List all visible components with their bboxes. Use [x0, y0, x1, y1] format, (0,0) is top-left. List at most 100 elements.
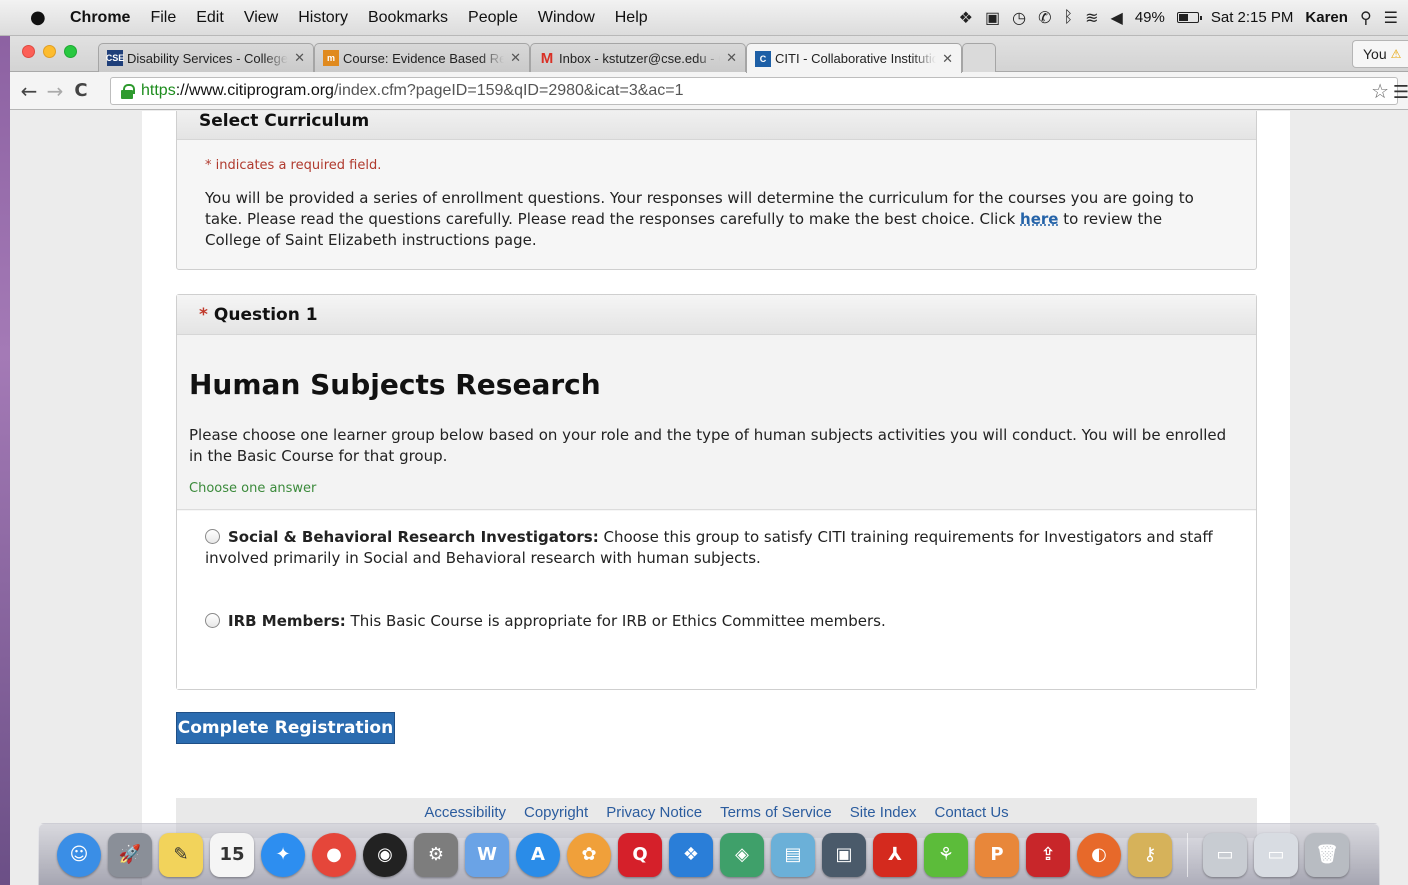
footer-link-terms[interactable]: Terms of Service	[720, 804, 832, 821]
menu-view[interactable]: View	[244, 9, 278, 27]
forward-button[interactable]: →	[42, 79, 68, 103]
url-scheme: https	[141, 82, 176, 99]
bluetooth-icon[interactable]: ᛒ	[1064, 9, 1074, 27]
powerpoint-icon[interactable]: P	[975, 832, 1019, 877]
question-panel: * Question 1 Human Subjects Research Ple…	[176, 294, 1257, 690]
phone-icon[interactable]: ✆	[1038, 8, 1051, 28]
firefox-icon[interactable]: ◐	[1077, 832, 1121, 877]
dashboard-icon[interactable]: ◉	[363, 832, 407, 877]
quicken-icon[interactable]: Q	[618, 832, 662, 877]
instructions-link[interactable]: here	[1020, 210, 1058, 228]
menu-bar: ● Chrome File Edit View History Bookmark…	[0, 0, 1408, 36]
profile-button[interactable]: You ⚠	[1352, 40, 1408, 68]
tab-close-icon[interactable]: ✕	[294, 50, 305, 66]
footer-link-site-index[interactable]: Site Index	[850, 804, 917, 821]
menu-window[interactable]: Window	[538, 9, 595, 27]
minimize-window-button[interactable]	[43, 45, 56, 58]
dock: ☺ 🚀 ✎ 15 ✦ ● ◉ ⚙ W A ✿ Q ❖ ◈ ▤ ▣ ⅄ ⚘ P ⇪ ◐ ⚷ ▭ ▭ 🗑	[38, 823, 1380, 885]
tab-close-icon[interactable]: ✕	[726, 50, 737, 66]
menu-help[interactable]: Help	[615, 9, 648, 27]
clock[interactable]: Sat 2:15 PM	[1211, 9, 1294, 26]
bookmark-star-icon[interactable]: ☆	[1371, 79, 1389, 104]
tab-inbox[interactable]: M Inbox - kstutzer@cse.edu - College ✕	[530, 43, 746, 72]
maximize-window-button[interactable]	[64, 45, 77, 58]
answer-irb-members[interactable]: IRB Members: This Basic Course is approp…	[205, 611, 1215, 632]
battery-icon[interactable]	[1176, 12, 1202, 23]
system-preferences-icon[interactable]: ⚙	[414, 832, 458, 877]
footer-link-privacy[interactable]: Privacy Notice	[606, 804, 702, 821]
gmail-favicon-icon: M	[540, 49, 554, 67]
browser-window: CSE Disability Services - College of Sai…	[10, 36, 1408, 885]
intro-text: You will be provided a series of enrollm…	[205, 188, 1205, 251]
footer-link-copyright[interactable]: Copyright	[524, 804, 588, 821]
radio-button[interactable]	[205, 613, 220, 628]
menu-bookmarks[interactable]: Bookmarks	[368, 9, 448, 27]
launchpad-icon[interactable]: 🚀	[108, 832, 152, 877]
photos-icon[interactable]: ✿	[567, 832, 611, 877]
question-body: Human Subjects Research Please choose on…	[177, 335, 1256, 510]
chrome-menu-icon[interactable]: ☰	[1393, 82, 1408, 103]
dropbox-status-icon[interactable]: ❖	[959, 8, 973, 28]
uploader-icon[interactable]: ⇪	[1026, 832, 1070, 877]
new-tab-button[interactable]	[962, 43, 996, 72]
menu-app-name[interactable]: Chrome	[70, 9, 130, 27]
address-bar[interactable]: https://www.citiprogram.org/index.cfm?pa…	[110, 77, 1398, 105]
close-window-button[interactable]	[22, 45, 35, 58]
time-machine-icon[interactable]: ◷	[1012, 8, 1026, 28]
footer-link-contact[interactable]: Contact Us	[934, 804, 1008, 821]
chrome-icon[interactable]: ●	[312, 832, 356, 877]
lock-icon[interactable]	[121, 84, 135, 99]
safari-icon[interactable]: ✦	[261, 832, 305, 877]
back-button[interactable]: ←	[16, 79, 42, 103]
tab-close-icon[interactable]: ✕	[510, 50, 521, 66]
browser-toolbar: ← → C https://www.citiprogram.org/index.…	[10, 72, 1408, 110]
select-curriculum-panel: Select Curriculum * indicates a required…	[176, 111, 1257, 270]
page-content: Select Curriculum * indicates a required…	[142, 111, 1290, 885]
apple-icon[interactable]: ●	[30, 7, 54, 28]
screen-sharing-icon[interactable]: ▤	[771, 832, 815, 877]
volume-icon[interactable]: ◀	[1111, 8, 1123, 28]
tab-course-evidence[interactable]: m Course: Evidence Based Research ✕	[314, 43, 530, 72]
footer-link-accessibility[interactable]: Accessibility	[424, 804, 506, 821]
tab-title: Inbox - kstutzer@cse.edu - College	[559, 50, 720, 66]
trash-icon[interactable]: 🗑	[1305, 832, 1349, 877]
question-label: Question 1	[213, 304, 318, 325]
word-icon[interactable]: W	[465, 832, 509, 877]
wifi-icon[interactable]: ≋	[1085, 8, 1098, 28]
user-name[interactable]: Karen	[1305, 9, 1348, 26]
menu-edit[interactable]: Edit	[196, 9, 224, 27]
documents-stack-icon[interactable]: ▭	[1254, 832, 1298, 877]
complete-registration-button[interactable]: Complete Registration	[176, 712, 395, 744]
calendar-icon[interactable]: 15	[210, 832, 254, 877]
finder-icon[interactable]: ☺	[57, 832, 101, 877]
choose-one-note: Choose one answer	[189, 481, 317, 496]
answer-title: Social & Behavioral Research Investigato…	[228, 528, 599, 546]
question-heading: Human Subjects Research	[189, 368, 601, 401]
tab-strip: CSE Disability Services - College of Sai…	[10, 36, 1408, 73]
keychain-icon[interactable]: ⚷	[1128, 832, 1172, 877]
spotlight-icon[interactable]: ⚲	[1360, 8, 1372, 28]
menu-people[interactable]: People	[468, 9, 518, 27]
network-icon[interactable]: ◈	[720, 832, 764, 877]
app-store-icon[interactable]: A	[516, 832, 560, 877]
acrobat-icon[interactable]: ⅄	[873, 832, 917, 877]
tab-disability-services[interactable]: CSE Disability Services - College of Sai…	[98, 43, 314, 72]
answer-social-behavioral[interactable]: Social & Behavioral Research Investigato…	[205, 527, 1215, 569]
stickies-icon[interactable]: ✎	[159, 832, 203, 877]
battery-percent[interactable]: 49%	[1135, 9, 1165, 26]
uploader-status-icon[interactable]: ▣	[985, 8, 1000, 28]
tab-citi[interactable]: C CITI - Collaborative Institutional ✕	[746, 43, 962, 73]
dropbox-icon[interactable]: ❖	[669, 832, 713, 877]
menu-history[interactable]: History	[298, 9, 348, 27]
warning-icon: ⚠	[1390, 47, 1402, 61]
notification-center-icon[interactable]: ☰	[1384, 8, 1398, 28]
menu-file[interactable]: File	[150, 9, 176, 27]
radio-button[interactable]	[205, 529, 220, 544]
tree-app-icon[interactable]: ⚘	[924, 832, 968, 877]
required-field-note: * indicates a required field.	[205, 158, 382, 173]
reload-button[interactable]: C	[68, 80, 94, 101]
downloads-stack-icon[interactable]: ▭	[1203, 832, 1247, 877]
tab-close-icon[interactable]: ✕	[942, 51, 953, 67]
page-viewport: Select Curriculum * indicates a required…	[10, 111, 1408, 885]
image-capture-icon[interactable]: ▣	[822, 832, 866, 877]
